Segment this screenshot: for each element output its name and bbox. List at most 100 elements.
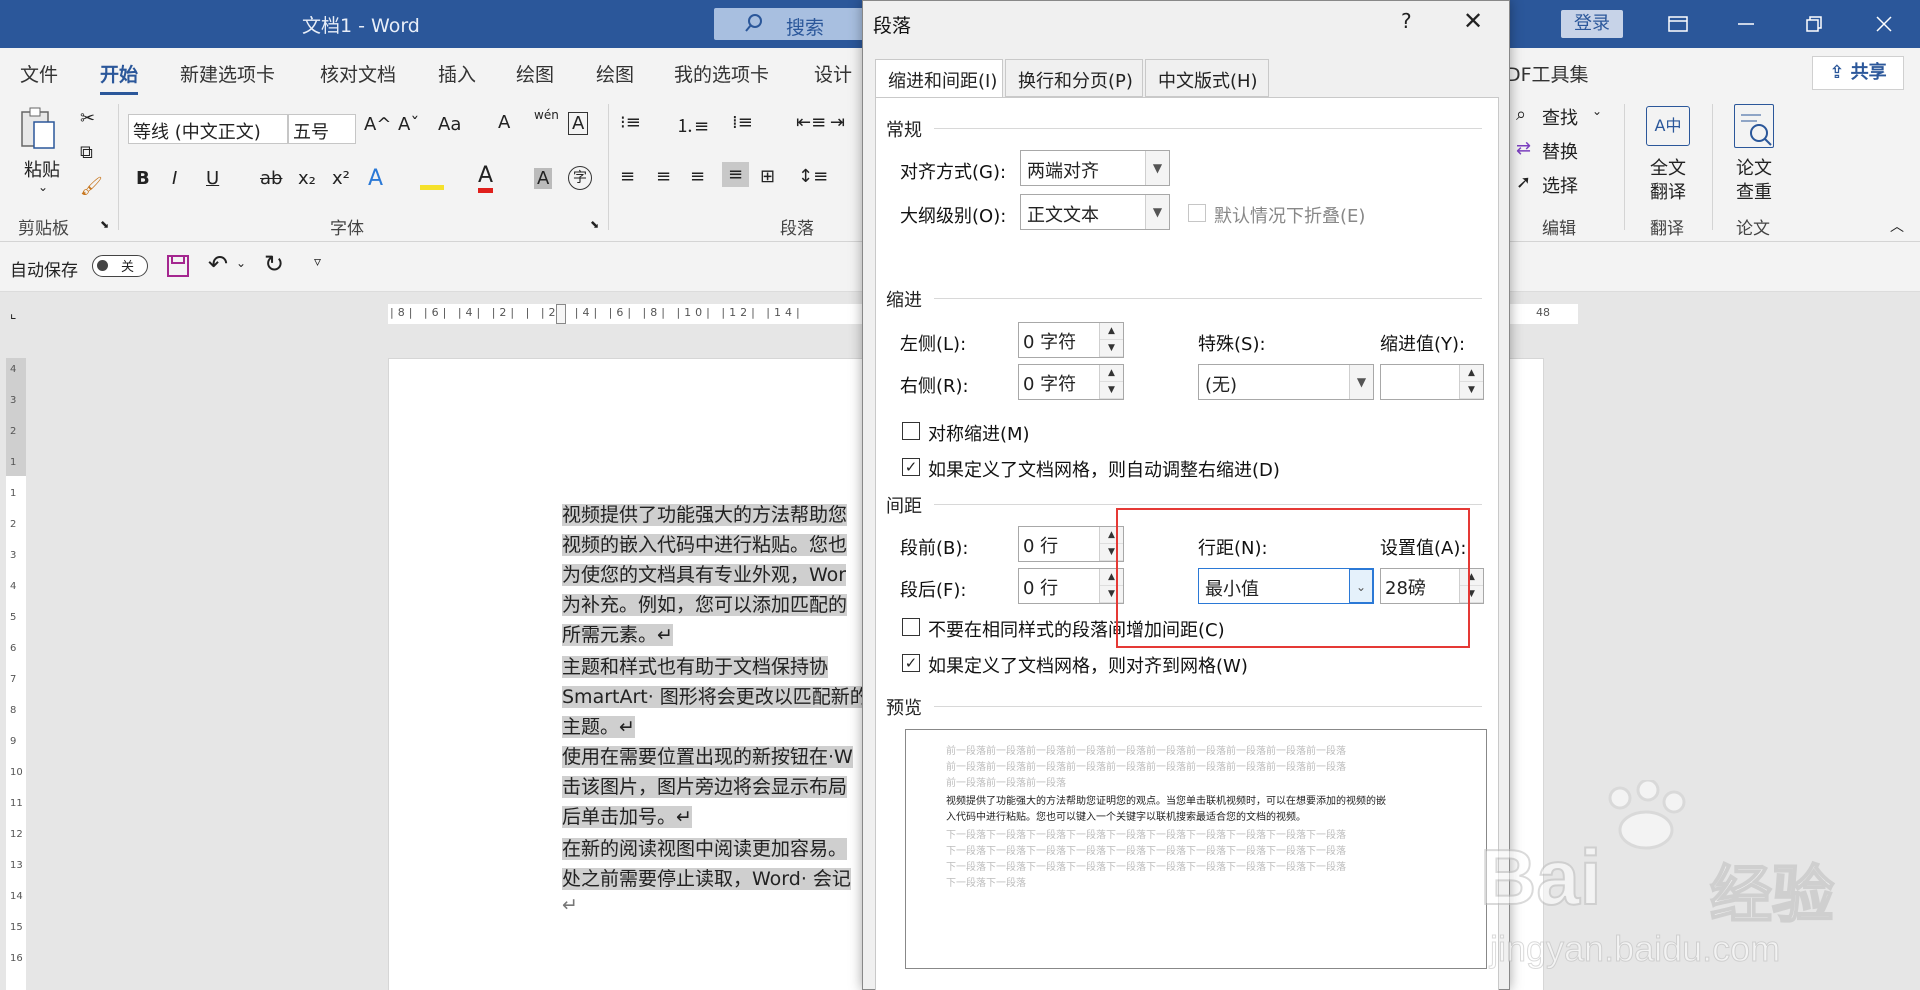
doc-line[interactable]: 主题。↵ [562,712,635,739]
tab-draw-2[interactable]: 绘图 [596,60,634,87]
spin-up-icon[interactable]: ▲ [1460,365,1483,382]
tab-indents-spacing[interactable]: 缩进和间距(I) [875,59,1003,99]
tab-line-page-breaks[interactable]: 换行和分页(P) [1005,59,1143,97]
tab-home[interactable]: 开始 [100,60,139,95]
tab-insert[interactable]: 插入 [438,60,476,87]
snap-to-grid-checkbox[interactable]: ✓ [902,654,920,672]
collapse-checkbox[interactable] [1188,204,1206,222]
close-window-icon[interactable] [1872,12,1896,36]
autosave-toggle[interactable]: 关 [92,255,148,277]
translate-icon[interactable]: A中 [1646,106,1690,146]
find-dropdown-icon[interactable]: ⌄ [1592,104,1602,118]
paste-icon[interactable] [18,106,58,152]
cut-icon[interactable]: ✂ [80,108,95,129]
character-border-icon[interactable]: A [568,112,589,135]
indent-marker[interactable] [556,304,566,324]
grow-font-icon[interactable]: A^ [364,114,391,135]
pinyin-guide-icon[interactable]: wén [534,108,559,122]
paste-label[interactable]: 粘贴 [24,156,60,182]
replace-label[interactable]: 替换 [1542,138,1578,164]
spin-up-icon[interactable]: ▲ [1100,323,1123,340]
tab-asian-typography[interactable]: 中文版式(H) [1145,59,1269,97]
tab-draw[interactable]: 绘图 [516,60,554,87]
spinner-buttons[interactable]: ▲ ▼ [1099,323,1123,357]
plagiarism-check-icon[interactable] [1734,104,1774,148]
clear-formatting-icon[interactable]: A [498,112,510,133]
doc-line[interactable]: 视频提供了功能强大的方法帮助您 [562,500,848,527]
collapse-ribbon-icon[interactable]: ︿ [1890,216,1904,236]
spin-up-icon[interactable]: ▲ [1100,365,1123,382]
redo-icon[interactable]: ↻ [264,250,284,278]
underline-button[interactable]: U [206,168,219,189]
justify-icon[interactable]: ≡ [722,162,750,187]
copy-icon[interactable]: ⧉ [80,142,93,163]
translate-label-2[interactable]: 翻译 [1650,178,1686,204]
numbering-icon[interactable]: ⒈≡ [676,112,709,138]
indent-by-spinner[interactable]: ▲ ▼ [1380,364,1484,400]
align-right-icon[interactable]: ≡ [690,166,705,187]
highlight-color-icon[interactable] [420,172,444,190]
doc-line[interactable]: 在新的阅读视图中阅读更加容易。 [562,834,848,861]
format-painter-icon[interactable]: 🖌 [80,176,103,197]
font-name-combo[interactable]: 等线 (中文正文) [128,114,288,144]
doc-line[interactable]: 主题和样式也有助于文档保持协 [562,652,829,679]
increase-indent-icon[interactable]: ⇥ [830,112,845,133]
spin-down-icon[interactable]: ▼ [1460,382,1483,399]
font-launcher-icon[interactable]: ⬊ [590,218,599,231]
no-space-same-style-checkbox[interactable] [902,618,920,636]
line-spacing-icon[interactable]: ↕≡ [798,166,828,187]
doc-line[interactable]: 击该图片，图片旁边将会显示布局 [562,772,848,799]
ribbon-display-options-icon[interactable] [1666,12,1690,36]
shrink-font-icon[interactable]: Aˇ [398,114,419,135]
change-case-icon[interactable]: Aa [438,114,461,135]
auto-adjust-right-checkbox[interactable]: ✓ [902,458,920,476]
spin-down-icon[interactable]: ▼ [1100,340,1123,357]
doc-line[interactable]: 后单击加号。↵ [562,802,692,829]
save-icon[interactable] [166,254,190,278]
special-indent-dropdown[interactable]: (无) ▼ [1198,364,1374,400]
strikethrough-button[interactable]: ab [260,168,282,189]
tab-my-tab[interactable]: 我的选项卡 [674,60,769,87]
indent-right-spinner[interactable]: 0 字符 ▲ ▼ [1018,364,1124,400]
help-icon[interactable]: ? [1401,9,1412,33]
dialog-close-icon[interactable]: ✕ [1463,7,1483,35]
tab-file[interactable]: 文件 [20,60,58,87]
paper-label-2[interactable]: 查重 [1736,178,1772,204]
tab-design[interactable]: 设计 [814,60,852,87]
align-center-icon[interactable]: ≡ [656,166,671,187]
tab-review-doc[interactable]: 核对文档 [320,60,396,87]
login-button[interactable]: 登录 [1561,10,1623,38]
indent-left-spinner[interactable]: 0 字符 ▲ ▼ [1018,322,1124,358]
doc-line[interactable]: 处之前需要停止读取，Word· 会记 [562,864,851,891]
enclose-characters-icon[interactable]: 字 [568,166,592,190]
find-label[interactable]: 查找 [1542,104,1578,130]
tab-pdf-tools[interactable]: DF工具集 [1506,60,1589,87]
decrease-indent-icon[interactable]: ⇤≡ [796,112,826,133]
select-icon[interactable]: ➚ [1516,172,1531,193]
distributed-icon[interactable]: ⊞ [760,166,775,187]
outline-level-dropdown[interactable]: 正文文本 ▼ [1020,194,1170,230]
undo-dropdown-icon[interactable]: ⌄ [236,256,246,270]
align-left-icon[interactable]: ≡ [620,166,635,187]
doc-line[interactable]: 使用在需要位置出现的新按钮在·W [562,742,853,769]
subscript-button[interactable]: x₂ [298,168,316,189]
doc-line[interactable]: 所需元素。↵ [562,620,673,647]
tab-new-tab[interactable]: 新建选项卡 [180,60,275,87]
customize-qat-icon[interactable]: ▿ [314,254,321,270]
text-effects-icon[interactable]: A [368,166,383,191]
superscript-button[interactable]: x² [332,168,350,189]
tab-selector-icon[interactable]: ⌞ [10,306,17,322]
doc-line[interactable]: SmartArt· 图形将会更改以匹配新的 [562,682,869,709]
multilevel-list-icon[interactable]: ⁞≡ [732,112,753,133]
doc-line[interactable]: 为使您的文档具有专业外观，Wor [562,560,847,587]
italic-button[interactable]: I [172,168,177,189]
doc-line[interactable]: 视频的嵌入代码中进行粘贴。您也 [562,530,848,557]
find-icon[interactable]: ⌕ [1516,104,1526,125]
font-color-icon[interactable]: A [478,164,494,193]
undo-icon[interactable]: ↶ [208,250,228,278]
mirror-indents-checkbox[interactable] [902,422,920,440]
doc-line[interactable]: 为补充。例如，您可以添加匹配的 [562,590,848,617]
doc-line[interactable]: ↵ [562,894,578,916]
clipboard-launcher-icon[interactable]: ⬊ [100,218,109,231]
paste-dropdown-icon[interactable]: ⌄ [38,180,48,194]
